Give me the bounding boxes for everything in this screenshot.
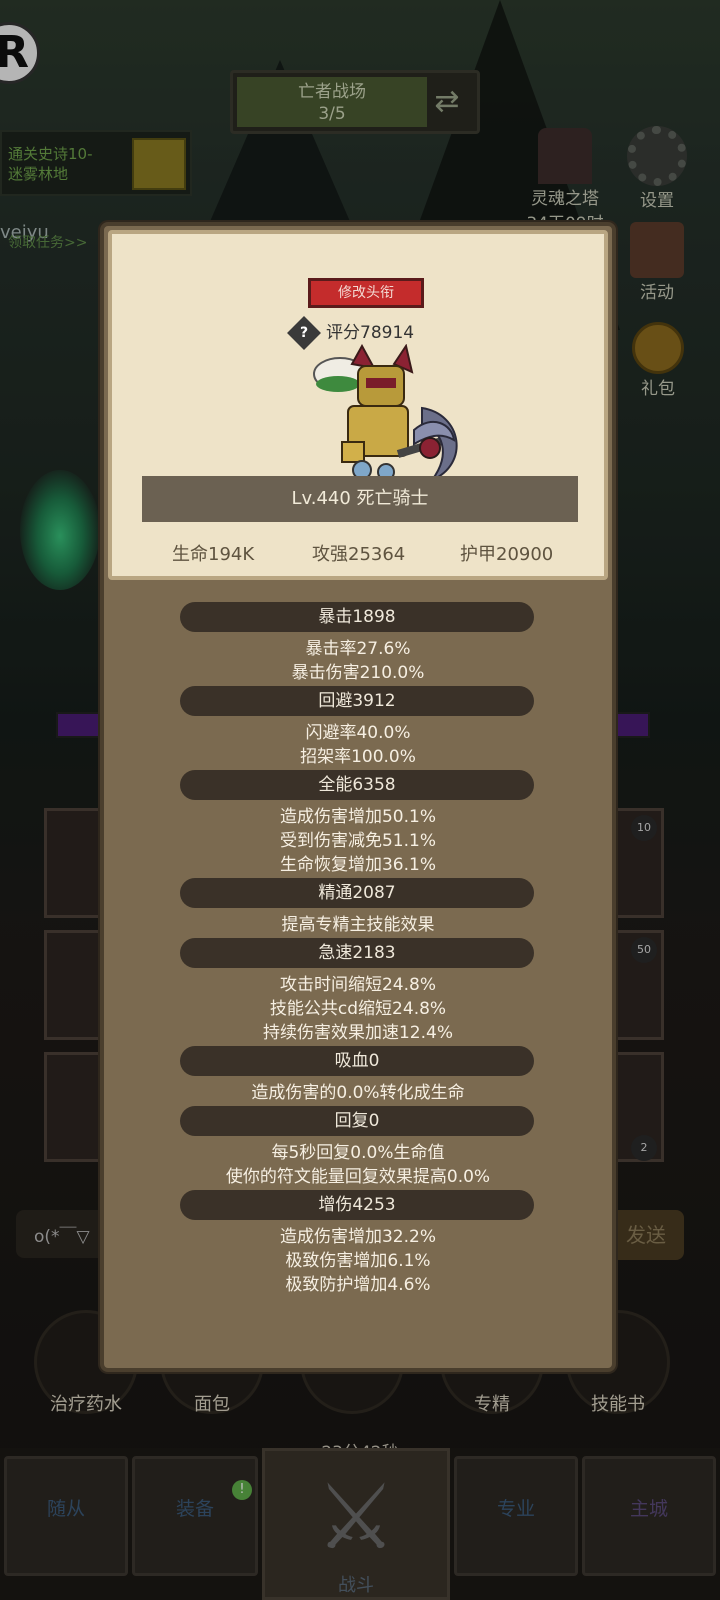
armor-stat: 护甲20900 (460, 544, 554, 565)
stat-line: 造成伤害增加32.2% (279, 1227, 436, 1247)
stat-line: 提高专精主技能效果 (281, 915, 435, 935)
stat-line: 造成伤害的0.0%转化成生命 (251, 1083, 465, 1103)
section-header-crit: 暴击1898 (180, 602, 534, 632)
score-row: ? 评分78914 (287, 316, 415, 350)
section-header-regen: 回复0 (180, 1106, 534, 1136)
stat-line: 闪避率40.0% (305, 723, 411, 743)
character-stats-panel: 修改头衔 ? 评分78914 Lv.440 死亡骑士 生命194K 攻强25364… (100, 222, 616, 1372)
section-header-haste: 急速2183 (180, 938, 534, 968)
score-value: 评分78914 (326, 323, 415, 343)
level-class-bar: Lv.440 死亡骑士 (142, 476, 578, 522)
change-title-button[interactable]: 修改头衔 (308, 278, 424, 308)
death-knight-avatar (313, 344, 458, 483)
stat-line: 极致伤害增加6.1% (285, 1251, 431, 1271)
attack-stat: 攻强25364 (312, 544, 406, 565)
character-header-card: 修改头衔 ? 评分78914 Lv.440 死亡骑士 生命194K 攻强25364… (108, 230, 608, 580)
section-header-versatility: 全能6358 (180, 770, 534, 800)
stat-line: 生命恢复增加36.1% (279, 855, 436, 875)
stat-line: 每5秒回复0.0%生命值 (271, 1143, 445, 1163)
stat-line: 暴击伤害210.0% (291, 663, 425, 683)
stat-line: 使你的符文能量回复效果提高0.0% (225, 1167, 491, 1187)
section-header-mastery: 精通2087 (180, 878, 534, 908)
stat-line: 攻击时间缩短24.8% (279, 975, 436, 995)
hp-stat: 生命194K (172, 544, 255, 565)
section-header-avoidance: 回避3912 (180, 686, 534, 716)
stat-line: 技能公共cd缩短24.8% (269, 999, 447, 1019)
stat-line: 招架率100.0% (300, 747, 416, 767)
stat-line: 持续伤害效果加速12.4% (262, 1023, 453, 1043)
section-header-leech: 吸血0 (180, 1046, 534, 1076)
section-header-damage-increase: 增伤4253 (180, 1190, 534, 1220)
stat-line: 极致防护增加4.6% (285, 1275, 431, 1295)
stat-line: 暴击率27.6% (305, 639, 411, 659)
stat-line: 造成伤害增加50.1% (279, 807, 436, 827)
stat-line: 受到伤害减免51.1% (279, 831, 436, 851)
